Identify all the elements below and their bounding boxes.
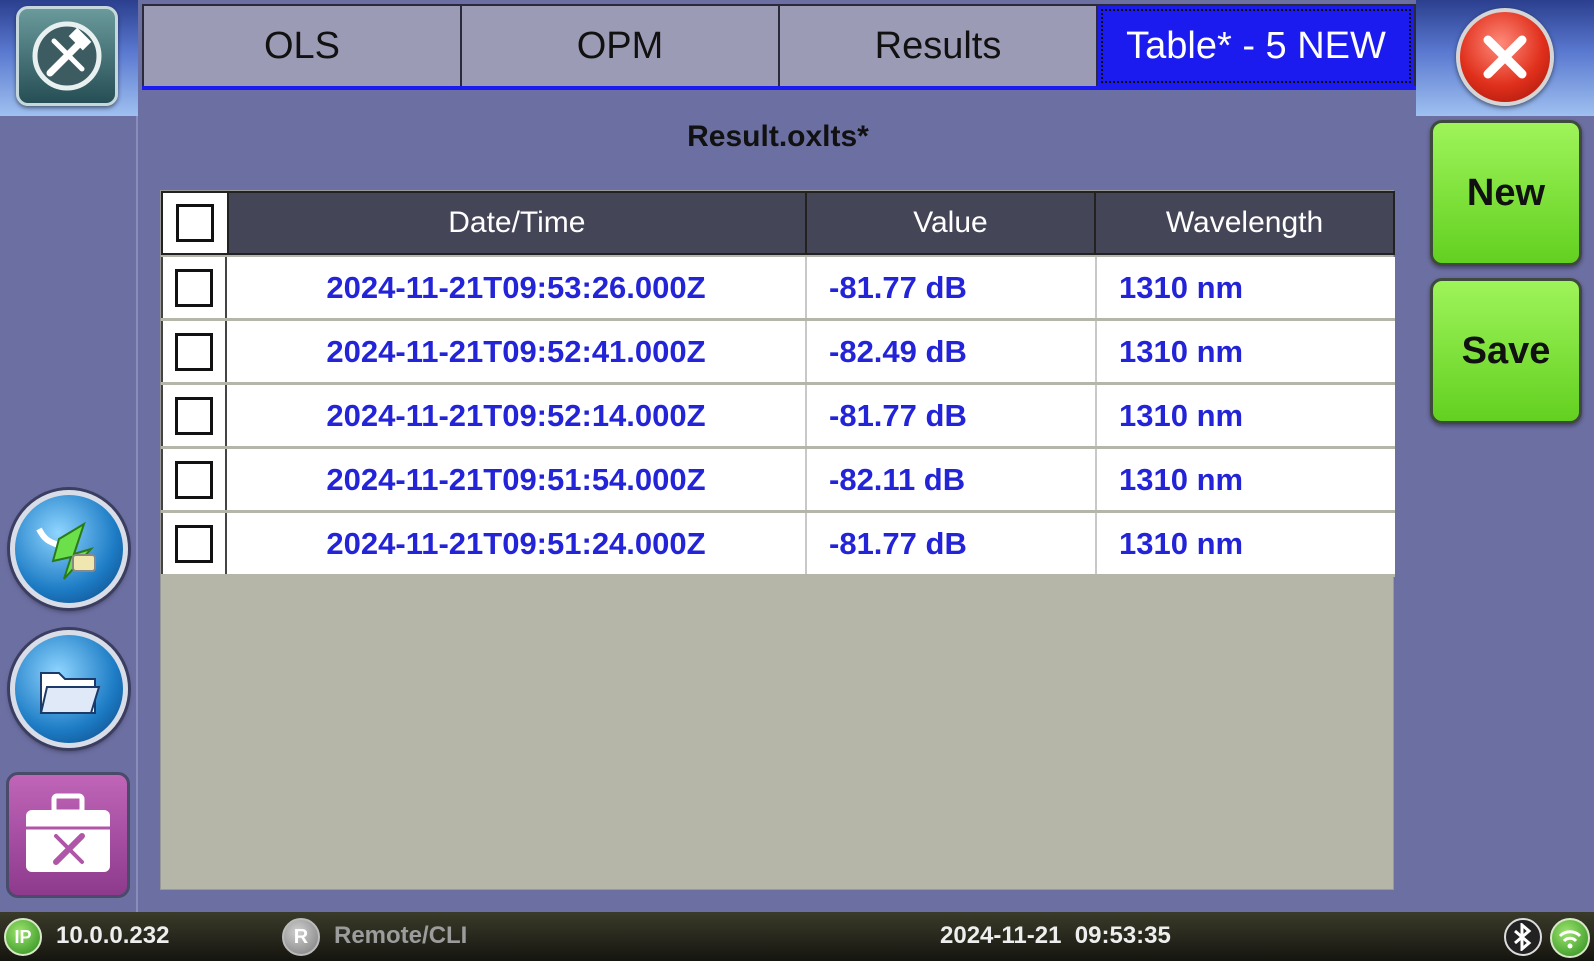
row-checkbox-cell bbox=[161, 449, 227, 510]
table-row[interactable]: 2024-11-21T09:51:54.000Z -82.11 dB 1310 … bbox=[161, 449, 1395, 513]
toolbox-icon bbox=[26, 793, 110, 872]
tab-ols[interactable]: OLS bbox=[144, 6, 462, 86]
tab-opm[interactable]: OPM bbox=[462, 6, 780, 86]
column-header-datetime[interactable]: Date/Time bbox=[229, 193, 807, 253]
connector-button[interactable] bbox=[10, 490, 128, 608]
tab-bar: OLS OPM Results Table* - 5 NEW bbox=[142, 4, 1416, 88]
tab-underline bbox=[142, 86, 1416, 90]
cell-value: -82.49 dB bbox=[807, 321, 1097, 382]
left-sidebar bbox=[0, 0, 138, 912]
select-all-cell bbox=[163, 193, 229, 253]
status-bar: IP 10.0.0.232 R Remote/CLI 2024-11-21 09… bbox=[0, 912, 1594, 961]
table-header: Date/Time Value Wavelength bbox=[161, 191, 1395, 255]
cell-value: -81.77 dB bbox=[807, 513, 1097, 574]
table-row[interactable]: 2024-11-21T09:53:26.000Z -81.77 dB 1310 … bbox=[161, 257, 1395, 321]
row-checkbox[interactable] bbox=[175, 460, 213, 499]
cell-wavelength: 1310 nm bbox=[1119, 269, 1244, 305]
cell-datetime: 2024-11-21T09:53:26.000Z bbox=[227, 257, 807, 318]
connector-icon bbox=[36, 521, 96, 580]
table-row[interactable]: 2024-11-21T09:52:14.000Z -81.77 dB 1310 … bbox=[161, 385, 1395, 449]
close-icon bbox=[1483, 35, 1527, 79]
row-checkbox[interactable] bbox=[175, 268, 213, 307]
remote-cli-label: Remote/CLI bbox=[334, 922, 468, 949]
row-checkbox[interactable] bbox=[175, 332, 213, 371]
save-button[interactable]: Save bbox=[1430, 278, 1582, 424]
cell-datetime: 2024-11-21T09:52:41.000Z bbox=[227, 321, 807, 382]
table-body: 2024-11-21T09:53:26.000Z -81.77 dB 1310 … bbox=[161, 257, 1395, 577]
row-checkbox-cell bbox=[161, 321, 227, 382]
ip-address: 10.0.0.232 bbox=[56, 922, 170, 949]
table-row[interactable]: 2024-11-21T09:52:41.000Z -82.49 dB 1310 … bbox=[161, 321, 1395, 385]
main-panel: OLS OPM Results Table* - 5 NEW Result.ox… bbox=[140, 0, 1416, 912]
right-sidebar: New Save bbox=[1416, 0, 1594, 912]
row-checkbox[interactable] bbox=[175, 396, 213, 435]
tab-table[interactable]: Table* - 5 NEW bbox=[1098, 6, 1414, 86]
row-checkbox[interactable] bbox=[175, 524, 213, 563]
cell-value: -81.77 dB bbox=[807, 385, 1097, 446]
bluetooth-icon bbox=[1504, 918, 1542, 956]
row-checkbox-cell bbox=[161, 257, 227, 318]
close-button[interactable] bbox=[1456, 8, 1554, 106]
cell-datetime: 2024-11-21T09:51:24.000Z bbox=[227, 513, 807, 574]
tab-results[interactable]: Results bbox=[780, 6, 1098, 86]
cell-datetime: 2024-11-21T09:51:54.000Z bbox=[227, 449, 807, 510]
results-table: Date/Time Value Wavelength 2024-11-21T09… bbox=[160, 190, 1395, 890]
toolbox-button[interactable] bbox=[6, 772, 130, 898]
cell-wavelength: 1310 nm bbox=[1119, 397, 1244, 433]
cell-wavelength: 1310 nm bbox=[1119, 525, 1244, 561]
column-header-value[interactable]: Value bbox=[807, 193, 1096, 253]
wifi-icon bbox=[1550, 918, 1590, 958]
folder-button[interactable] bbox=[10, 630, 128, 748]
tools-icon bbox=[32, 21, 102, 91]
column-header-wavelength[interactable]: Wavelength bbox=[1096, 193, 1393, 253]
tools-button[interactable] bbox=[16, 6, 118, 106]
table-row[interactable]: 2024-11-21T09:51:24.000Z -81.77 dB 1310 … bbox=[161, 513, 1395, 577]
cell-wavelength: 1310 nm bbox=[1119, 461, 1244, 497]
file-title: Result.oxlts* bbox=[687, 120, 869, 153]
folder-icon bbox=[39, 672, 101, 714]
cell-value: -82.11 dB bbox=[807, 449, 1097, 510]
cell-value: -81.77 dB bbox=[807, 257, 1097, 318]
select-all-checkbox[interactable] bbox=[175, 204, 214, 242]
cell-datetime: 2024-11-21T09:52:14.000Z bbox=[227, 385, 807, 446]
new-button[interactable]: New bbox=[1430, 120, 1582, 266]
row-checkbox-cell bbox=[161, 513, 227, 574]
ip-status-icon: IP bbox=[4, 918, 42, 956]
status-datetime: 2024-11-21 09:53:35 bbox=[940, 922, 1171, 949]
cell-wavelength: 1310 nm bbox=[1119, 333, 1244, 369]
remote-status-icon: R bbox=[282, 918, 320, 956]
row-checkbox-cell bbox=[161, 385, 227, 446]
